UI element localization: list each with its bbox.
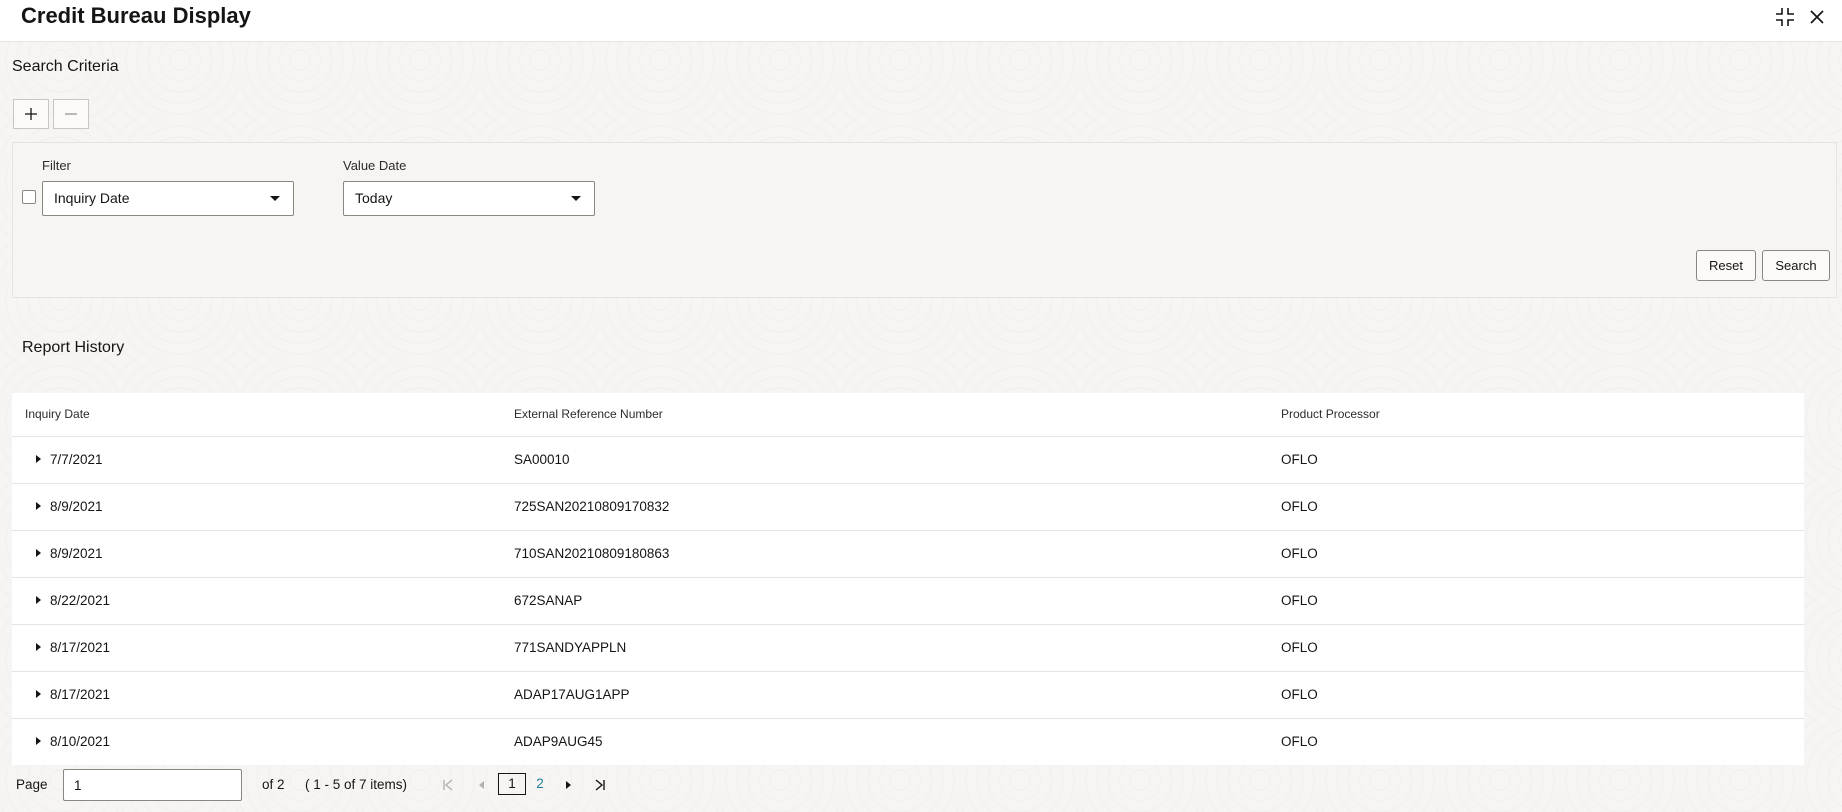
filter-select-value: Inquiry Date [54, 190, 130, 206]
external-reference-cell: 710SAN20210809180863 [514, 546, 670, 561]
close-button[interactable] [1806, 6, 1828, 28]
caret-right-icon[interactable] [36, 596, 41, 604]
inquiry-date-cell: 8/22/2021 [50, 593, 111, 608]
external-reference-cell: SA00010 [514, 452, 570, 467]
add-criteria-button[interactable] [13, 99, 49, 129]
caret-right-icon[interactable] [36, 737, 41, 745]
page-button-2[interactable]: 2 [530, 773, 550, 795]
search-button[interactable]: Search [1762, 250, 1830, 281]
caret-right-icon[interactable] [36, 502, 41, 510]
column-header-inquiry-date[interactable]: Inquiry Date [25, 393, 90, 436]
caret-right-icon[interactable] [36, 643, 41, 651]
page-number-input[interactable] [63, 769, 242, 801]
external-reference-cell: 725SAN20210809170832 [514, 499, 670, 514]
filter-select[interactable]: Inquiry Date [42, 181, 294, 216]
caret-right-icon[interactable] [36, 549, 41, 557]
minus-icon [65, 113, 77, 115]
previous-page-button[interactable] [473, 777, 489, 793]
value-date-label: Value Date [343, 158, 407, 173]
reset-button[interactable]: Reset [1696, 250, 1756, 281]
pagination-bar: Page of 2 ( 1 - 5 of 7 items) 1 2 [0, 767, 1842, 812]
plus-icon [25, 108, 37, 120]
next-page-icon [566, 781, 571, 789]
caret-down-icon [270, 196, 280, 201]
external-reference-cell: ADAP17AUG1APP [514, 687, 630, 702]
product-processor-cell: OFLO [1281, 499, 1318, 514]
product-processor-cell: OFLO [1281, 546, 1318, 561]
report-history-heading: Report History [22, 339, 125, 356]
window-titlebar: Credit Bureau Display [0, 0, 1842, 42]
inquiry-date-cell: 8/17/2021 [50, 640, 111, 655]
inquiry-date-cell: 8/17/2021 [50, 687, 111, 702]
items-range-label: ( 1 - 5 of 7 items) [305, 777, 408, 792]
search-criteria-heading: Search Criteria [12, 58, 119, 75]
product-processor-cell: OFLO [1281, 452, 1318, 467]
inquiry-date-cell: 8/10/2021 [50, 734, 111, 749]
value-date-select[interactable]: Today [343, 181, 595, 216]
window-title: Credit Bureau Display [21, 3, 251, 28]
page-total-label: of 2 [262, 777, 285, 792]
first-page-icon [443, 779, 453, 791]
table-row[interactable]: 8/22/2021 672SANAP OFLO [12, 577, 1804, 624]
next-page-button[interactable] [561, 777, 577, 793]
page-label: Page [16, 777, 48, 792]
inquiry-date-cell: 8/9/2021 [50, 499, 103, 514]
table-row[interactable]: 8/9/2021 725SAN20210809170832 OFLO [12, 483, 1804, 530]
external-reference-cell: 672SANAP [514, 593, 583, 608]
search-criteria-panel [12, 142, 1837, 298]
inquiry-date-cell: 7/7/2021 [50, 452, 103, 467]
product-processor-cell: OFLO [1281, 687, 1318, 702]
product-processor-cell: OFLO [1281, 593, 1318, 608]
product-processor-cell: OFLO [1281, 640, 1318, 655]
external-reference-cell: ADAP9AUG45 [514, 734, 603, 749]
previous-page-icon [479, 781, 484, 789]
credit-bureau-page: Credit Bureau Display Search Criteria Fi… [0, 0, 1842, 812]
remove-criteria-button[interactable] [53, 99, 89, 129]
filter-label: Filter [42, 158, 71, 173]
report-history-table: Inquiry Date External Reference Number P… [12, 393, 1804, 765]
table-row[interactable]: 8/10/2021 ADAP9AUG45 OFLO [12, 718, 1804, 765]
column-header-external-reference-number[interactable]: External Reference Number [514, 393, 663, 436]
product-processor-cell: OFLO [1281, 734, 1318, 749]
table-row[interactable]: 8/17/2021 771SANDYAPPLN OFLO [12, 624, 1804, 671]
caret-down-icon [571, 196, 581, 201]
column-header-product-processor[interactable]: Product Processor [1281, 393, 1380, 436]
last-page-icon [595, 779, 605, 791]
compress-icon [1776, 8, 1794, 26]
inquiry-date-cell: 8/9/2021 [50, 546, 103, 561]
table-row[interactable]: 8/9/2021 710SAN20210809180863 OFLO [12, 530, 1804, 577]
table-row[interactable]: 8/17/2021 ADAP17AUG1APP OFLO [12, 671, 1804, 718]
first-page-button[interactable] [440, 777, 456, 793]
table-row[interactable]: 7/7/2021 SA00010 OFLO [12, 436, 1804, 483]
page-button-1[interactable]: 1 [498, 773, 526, 795]
caret-right-icon[interactable] [36, 690, 41, 698]
external-reference-cell: 771SANDYAPPLN [514, 640, 627, 655]
close-icon [1810, 10, 1824, 24]
filter-checkbox[interactable] [22, 190, 36, 204]
minimize-button[interactable] [1774, 6, 1796, 28]
value-date-select-value: Today [355, 190, 393, 206]
caret-right-icon[interactable] [36, 455, 41, 463]
last-page-button[interactable] [592, 777, 608, 793]
